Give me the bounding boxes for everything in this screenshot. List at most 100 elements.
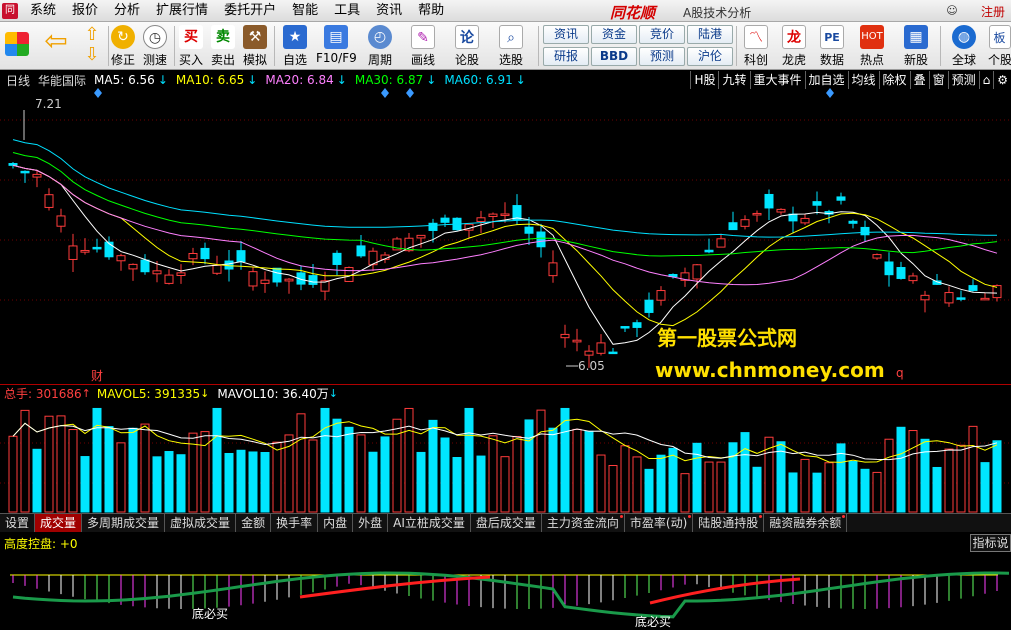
candlestick bbox=[692, 264, 702, 280]
up-down-arrow-icon: ⇧ ⇩ bbox=[84, 24, 100, 65]
auction-button[interactable]: 竞价 bbox=[639, 25, 685, 44]
candlestick bbox=[872, 254, 882, 259]
indicator-curve bbox=[12, 571, 1010, 619]
updown-button[interactable]: ⇧ ⇩ bbox=[78, 24, 106, 68]
back-button[interactable]: ⇦ bbox=[40, 24, 72, 68]
toolbar-btn-global[interactable]: ◍ 全球 bbox=[944, 24, 984, 68]
forecast-button[interactable]: 预测 bbox=[639, 47, 685, 66]
tab-indicator-turnover[interactable]: 换手率 bbox=[271, 514, 319, 532]
menu-analysis[interactable]: 分析 bbox=[106, 0, 148, 22]
toolbar-btn-sell[interactable]: 卖 卖出 bbox=[208, 24, 238, 68]
toolbar-btn-watchlist[interactable]: ★ 自选 bbox=[278, 24, 312, 68]
tab-indicator-virtual-volume[interactable]: 虚拟成交量 bbox=[165, 514, 237, 532]
watermark-title: 第一股票公式网 bbox=[657, 326, 797, 350]
tab-indicator-inner[interactable]: 内盘 bbox=[318, 514, 354, 532]
tab-indicator-main-funds[interactable]: 主力资金流向 bbox=[542, 514, 625, 532]
tab-indicator-volume[interactable]: 成交量 bbox=[35, 514, 83, 532]
toolbar-btn-hot[interactable]: HOT 热点 bbox=[852, 24, 892, 68]
candlestick bbox=[884, 261, 894, 276]
volume-bar bbox=[44, 415, 54, 513]
volume-bar bbox=[536, 409, 546, 513]
tab-indicator-ai-volume[interactable]: AI立桩成交量 bbox=[388, 514, 471, 532]
indicator-tab-bar: 设置 成交量 多周期成交量 虚拟成交量 金额 换手率 内盘 外盘 AI立桩成交量… bbox=[0, 513, 1011, 532]
candlestick bbox=[200, 247, 210, 260]
menu-system[interactable]: 系统 bbox=[22, 0, 64, 22]
candlestick bbox=[308, 275, 318, 285]
tab-indicator-after-hours[interactable]: 盘后成交量 bbox=[471, 514, 542, 532]
candlestick bbox=[548, 262, 558, 277]
toolbar-btn-speedtest[interactable]: ◷ 测速 bbox=[140, 24, 170, 68]
menu-tools[interactable]: 工具 bbox=[326, 0, 368, 22]
bottom-buy-annotation-1: 底必买 bbox=[192, 607, 229, 621]
toolbar-btn-draw[interactable]: ✎ 画线 bbox=[406, 24, 440, 68]
menu-help[interactable]: 帮助 bbox=[410, 0, 452, 22]
research-button[interactable]: 研报 bbox=[543, 47, 589, 66]
candlestick-series bbox=[8, 162, 1002, 368]
volume-bar bbox=[56, 415, 66, 513]
funds-button[interactable]: 资金 bbox=[591, 25, 637, 44]
candlestick bbox=[944, 292, 954, 304]
indicator-help-button[interactable]: 指标说 bbox=[970, 534, 1011, 552]
financial-marker[interactable]: 财 bbox=[91, 367, 103, 384]
volume-bar bbox=[704, 461, 714, 513]
hot-icon: HOT bbox=[860, 25, 884, 49]
toolbar-btn-stock[interactable]: 板 个股 bbox=[988, 24, 1011, 68]
toolbar-btn-period[interactable]: ◴ 周期 bbox=[362, 24, 398, 68]
candlestick bbox=[236, 250, 246, 262]
toolbar-btn-buy[interactable]: 买 买入 bbox=[176, 24, 206, 68]
shanghai-london-button[interactable]: 沪伦 bbox=[687, 47, 733, 66]
back-arrow-icon: ⇦ bbox=[44, 24, 68, 57]
toolbar-btn-pick[interactable]: ⌕ 选股 bbox=[494, 24, 528, 68]
event-diamond-icon bbox=[94, 88, 102, 98]
magnifier-icon: ⌕ bbox=[499, 25, 523, 49]
high-price-label: 7.21 bbox=[35, 97, 62, 111]
toolbar-btn-dragon[interactable]: 龙 龙虎 bbox=[776, 24, 812, 68]
toolbar-btn-f10[interactable]: ▤ F10/F9 bbox=[316, 24, 357, 68]
register-link[interactable]: 注册 bbox=[981, 3, 1005, 20]
tab-indicator-settings[interactable]: 设置 bbox=[0, 514, 36, 532]
menu-quote[interactable]: 报价 bbox=[64, 0, 106, 22]
tab-indicator-multi-period-volume[interactable]: 多周期成交量 bbox=[82, 514, 166, 532]
candlestick bbox=[128, 263, 138, 270]
volume-bar bbox=[368, 451, 378, 513]
menu-extended-market[interactable]: 扩展行情 bbox=[148, 0, 216, 22]
volume-bar bbox=[356, 434, 366, 513]
tab-indicator-connect-holdings[interactable]: 陆股通持股 bbox=[693, 514, 765, 532]
volume-bar bbox=[824, 462, 834, 513]
toolbar-btn-new-stock[interactable]: ▦ 新股 bbox=[896, 24, 936, 68]
toolbar-btn-data[interactable]: PE 数据 bbox=[814, 24, 850, 68]
candlestick bbox=[836, 196, 846, 201]
volume-bar bbox=[68, 429, 78, 513]
layout-button[interactable] bbox=[3, 24, 31, 68]
candlestick bbox=[260, 279, 270, 284]
candlestick bbox=[776, 208, 786, 213]
tab-indicator-amount[interactable]: 金额 bbox=[236, 514, 272, 532]
bottom-buy-annotation-2: 底必买 bbox=[635, 615, 672, 629]
volume-bar bbox=[152, 456, 162, 513]
toolbar-btn-fix[interactable]: ↻ 修正 bbox=[108, 24, 138, 68]
toolbar-btn-discuss[interactable]: 论 论股 bbox=[450, 24, 484, 68]
user-icon[interactable]: ☺ bbox=[944, 3, 960, 19]
tab-indicator-pe[interactable]: 市盈率(动) bbox=[625, 514, 694, 532]
app-logo-icon: 同 bbox=[2, 2, 18, 19]
volume-bar bbox=[992, 440, 1002, 513]
toolbar-btn-star-market[interactable]: 〽 科创 bbox=[738, 24, 774, 68]
event-diamond-icon bbox=[381, 88, 389, 98]
menu-news[interactable]: 资讯 bbox=[368, 0, 410, 22]
tab-indicator-outer[interactable]: 外盘 bbox=[353, 514, 389, 532]
tab-indicator-margin[interactable]: 融资融券余额 bbox=[764, 514, 848, 532]
q-marker[interactable]: q bbox=[896, 366, 904, 380]
volume-bar bbox=[80, 456, 90, 513]
menu-trading[interactable]: 委托开户 bbox=[216, 0, 284, 22]
indicator-red-segment bbox=[299, 575, 491, 599]
volume-bar bbox=[272, 441, 282, 513]
globe-icon: ◍ bbox=[952, 25, 976, 49]
menu-smart[interactable]: 智能 bbox=[284, 0, 326, 22]
news-button[interactable]: 资讯 bbox=[543, 25, 589, 44]
star-icon: ★ bbox=[283, 25, 307, 49]
volume-bar bbox=[728, 442, 738, 513]
toolbar-btn-simulate[interactable]: ⚒ 模拟 bbox=[240, 24, 270, 68]
hk-connect-button[interactable]: 陆港 bbox=[687, 25, 733, 44]
volume-bar bbox=[872, 471, 882, 513]
bbd-button[interactable]: BBD bbox=[591, 47, 637, 66]
